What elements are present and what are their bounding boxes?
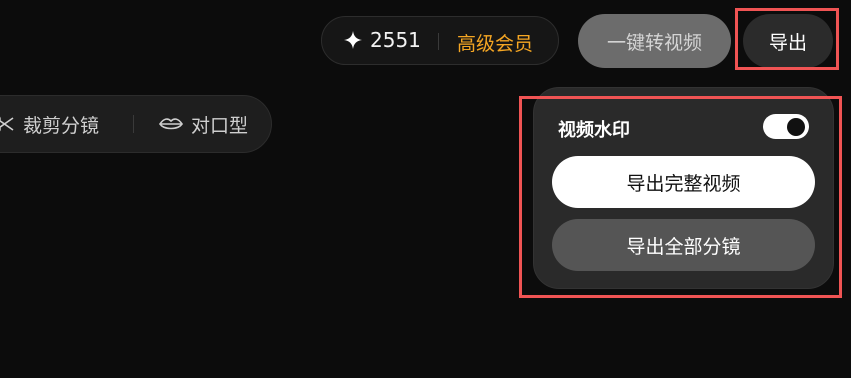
storyboard-tools: 裁剪分镜 对口型 xyxy=(0,95,272,153)
export-full-video-button[interactable]: 导出完整视频 xyxy=(552,156,815,208)
scissors-icon xyxy=(0,115,15,133)
video-watermark-toggle[interactable] xyxy=(763,114,809,139)
lips-icon xyxy=(159,116,183,132)
crop-storyboard-button[interactable]: 裁剪分镜 xyxy=(0,96,99,152)
video-watermark-label: 视频水印 xyxy=(558,120,630,141)
export-dropdown-panel: 视频水印 导出完整视频 导出全部分镜 xyxy=(533,87,834,289)
crop-storyboard-label: 裁剪分镜 xyxy=(23,114,100,137)
credits-badge[interactable]: 2551 高级会员 xyxy=(321,16,559,65)
credits-divider xyxy=(438,33,439,50)
sparkle-star-icon xyxy=(344,31,362,53)
toggle-knob xyxy=(787,117,805,136)
export-button[interactable]: 导出 xyxy=(743,14,833,68)
lip-sync-button[interactable]: 对口型 xyxy=(159,96,248,152)
premium-member-link[interactable]: 高级会员 xyxy=(457,29,533,56)
page: 裁剪分镜 对口型 2551 高级会员 一键转视频 导出 视频水印 导出完整视频 … xyxy=(0,0,851,378)
lip-sync-label: 对口型 xyxy=(191,114,249,137)
credits-count: 2551 xyxy=(370,28,421,52)
export-all-storyboards-button[interactable]: 导出全部分镜 xyxy=(552,219,815,271)
tool-divider xyxy=(133,115,134,133)
one-click-to-video-button[interactable]: 一键转视频 xyxy=(578,14,731,68)
